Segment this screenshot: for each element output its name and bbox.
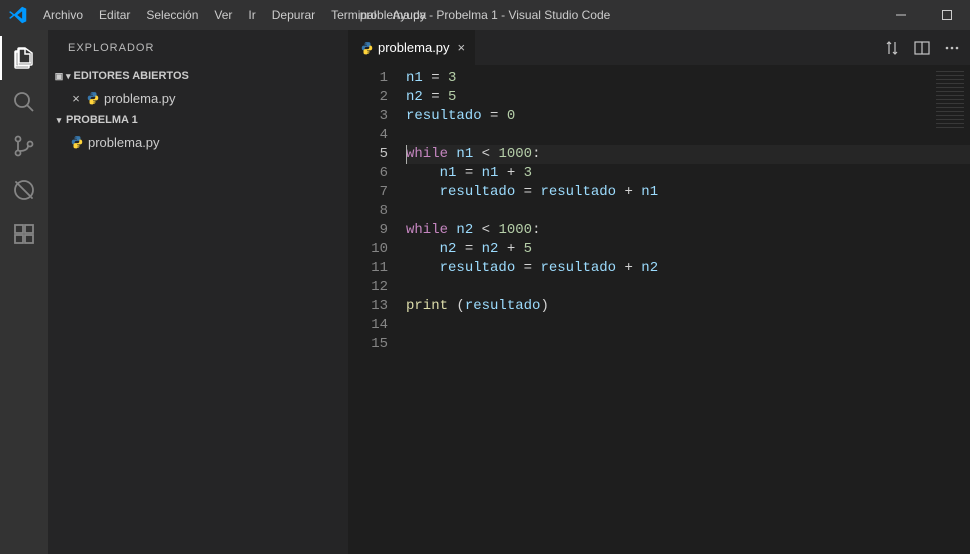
activity-search[interactable] bbox=[0, 80, 48, 124]
open-editor-filename: problema.py bbox=[104, 91, 176, 106]
activity-extensions[interactable] bbox=[0, 212, 48, 256]
code-line[interactable]: resultado = resultado + n2 bbox=[406, 259, 970, 278]
open-editors-label: EDITORES ABIERTOS bbox=[74, 70, 189, 82]
menu-editar[interactable]: Editar bbox=[91, 0, 138, 30]
vscode-logo bbox=[0, 6, 35, 24]
code-line[interactable]: while n2 < 1000: bbox=[406, 221, 970, 240]
python-icon bbox=[358, 41, 376, 55]
chevron-down-icon: ▣ bbox=[52, 71, 66, 82]
window-controls bbox=[878, 0, 970, 30]
triangle-down-icon: ▾ bbox=[52, 115, 66, 126]
sidebar-title: EXPLORADOR bbox=[48, 30, 348, 65]
split-editor-icon[interactable] bbox=[914, 40, 930, 56]
code-line[interactable]: while n1 < 1000: bbox=[406, 145, 970, 164]
more-icon[interactable] bbox=[944, 40, 960, 56]
code-line[interactable] bbox=[406, 316, 970, 335]
open-editors-header[interactable]: ▣ ▾ EDITORES ABIERTOS bbox=[48, 65, 348, 87]
close-icon[interactable]: × bbox=[458, 40, 466, 55]
activity-debug[interactable] bbox=[0, 168, 48, 212]
python-icon bbox=[84, 91, 102, 105]
code-line[interactable]: n1 = n1 + 3 bbox=[406, 164, 970, 183]
menu-ver[interactable]: Ver bbox=[206, 0, 240, 30]
code-line[interactable] bbox=[406, 126, 970, 145]
editor-group: problema.py × 123456789101112131415 n1 =… bbox=[348, 30, 970, 554]
activity-explorer[interactable] bbox=[0, 36, 48, 80]
code-content[interactable]: n1 = 3n2 = 5resultado = 0 while n1 < 1000… bbox=[406, 69, 970, 554]
tab-problema[interactable]: problema.py × bbox=[348, 30, 476, 65]
code-line[interactable]: resultado = 0 bbox=[406, 107, 970, 126]
code-line[interactable] bbox=[406, 278, 970, 297]
minimize-button[interactable] bbox=[878, 0, 924, 30]
folder-label: PROBELMA 1 bbox=[66, 114, 138, 126]
code-line[interactable] bbox=[406, 335, 970, 354]
menu-ir[interactable]: Ir bbox=[240, 0, 263, 30]
titlebar: Archivo Editar Selección Ver Ir Depurar … bbox=[0, 0, 970, 30]
minimap[interactable] bbox=[936, 71, 964, 131]
open-editor-item[interactable]: × problema.py bbox=[48, 87, 348, 109]
tab-label: problema.py bbox=[378, 40, 450, 55]
python-icon bbox=[68, 135, 86, 149]
tab-bar: problema.py × bbox=[348, 30, 970, 65]
menu-archivo[interactable]: Archivo bbox=[35, 0, 91, 30]
menu-depurar[interactable]: Depurar bbox=[264, 0, 323, 30]
compare-changes-icon[interactable] bbox=[884, 40, 900, 56]
menu-seleccion[interactable]: Selección bbox=[138, 0, 206, 30]
sidebar-explorer: EXPLORADOR ▣ ▾ EDITORES ABIERTOS × probl… bbox=[48, 30, 348, 554]
editor-actions bbox=[884, 30, 970, 65]
file-name: problema.py bbox=[88, 135, 160, 150]
window-title: problema.py - Probelma 1 - Visual Studio… bbox=[360, 8, 611, 22]
code-line[interactable]: n1 = 3 bbox=[406, 69, 970, 88]
activity-scm[interactable] bbox=[0, 124, 48, 168]
code-line[interactable]: resultado = resultado + n1 bbox=[406, 183, 970, 202]
maximize-button[interactable] bbox=[924, 0, 970, 30]
code-line[interactable]: print (resultado) bbox=[406, 297, 970, 316]
line-gutter: 123456789101112131415 bbox=[348, 69, 406, 554]
code-line[interactable]: n2 = 5 bbox=[406, 88, 970, 107]
folder-header[interactable]: ▾ PROBELMA 1 bbox=[48, 109, 348, 131]
code-editor[interactable]: 123456789101112131415 n1 = 3n2 = 5result… bbox=[348, 65, 970, 554]
triangle-down-icon: ▾ bbox=[66, 71, 71, 82]
code-line[interactable]: n2 = n2 + 5 bbox=[406, 240, 970, 259]
code-line[interactable] bbox=[406, 202, 970, 221]
file-item[interactable]: problema.py bbox=[48, 131, 348, 153]
activity-bar bbox=[0, 30, 48, 554]
close-icon[interactable]: × bbox=[68, 91, 84, 106]
